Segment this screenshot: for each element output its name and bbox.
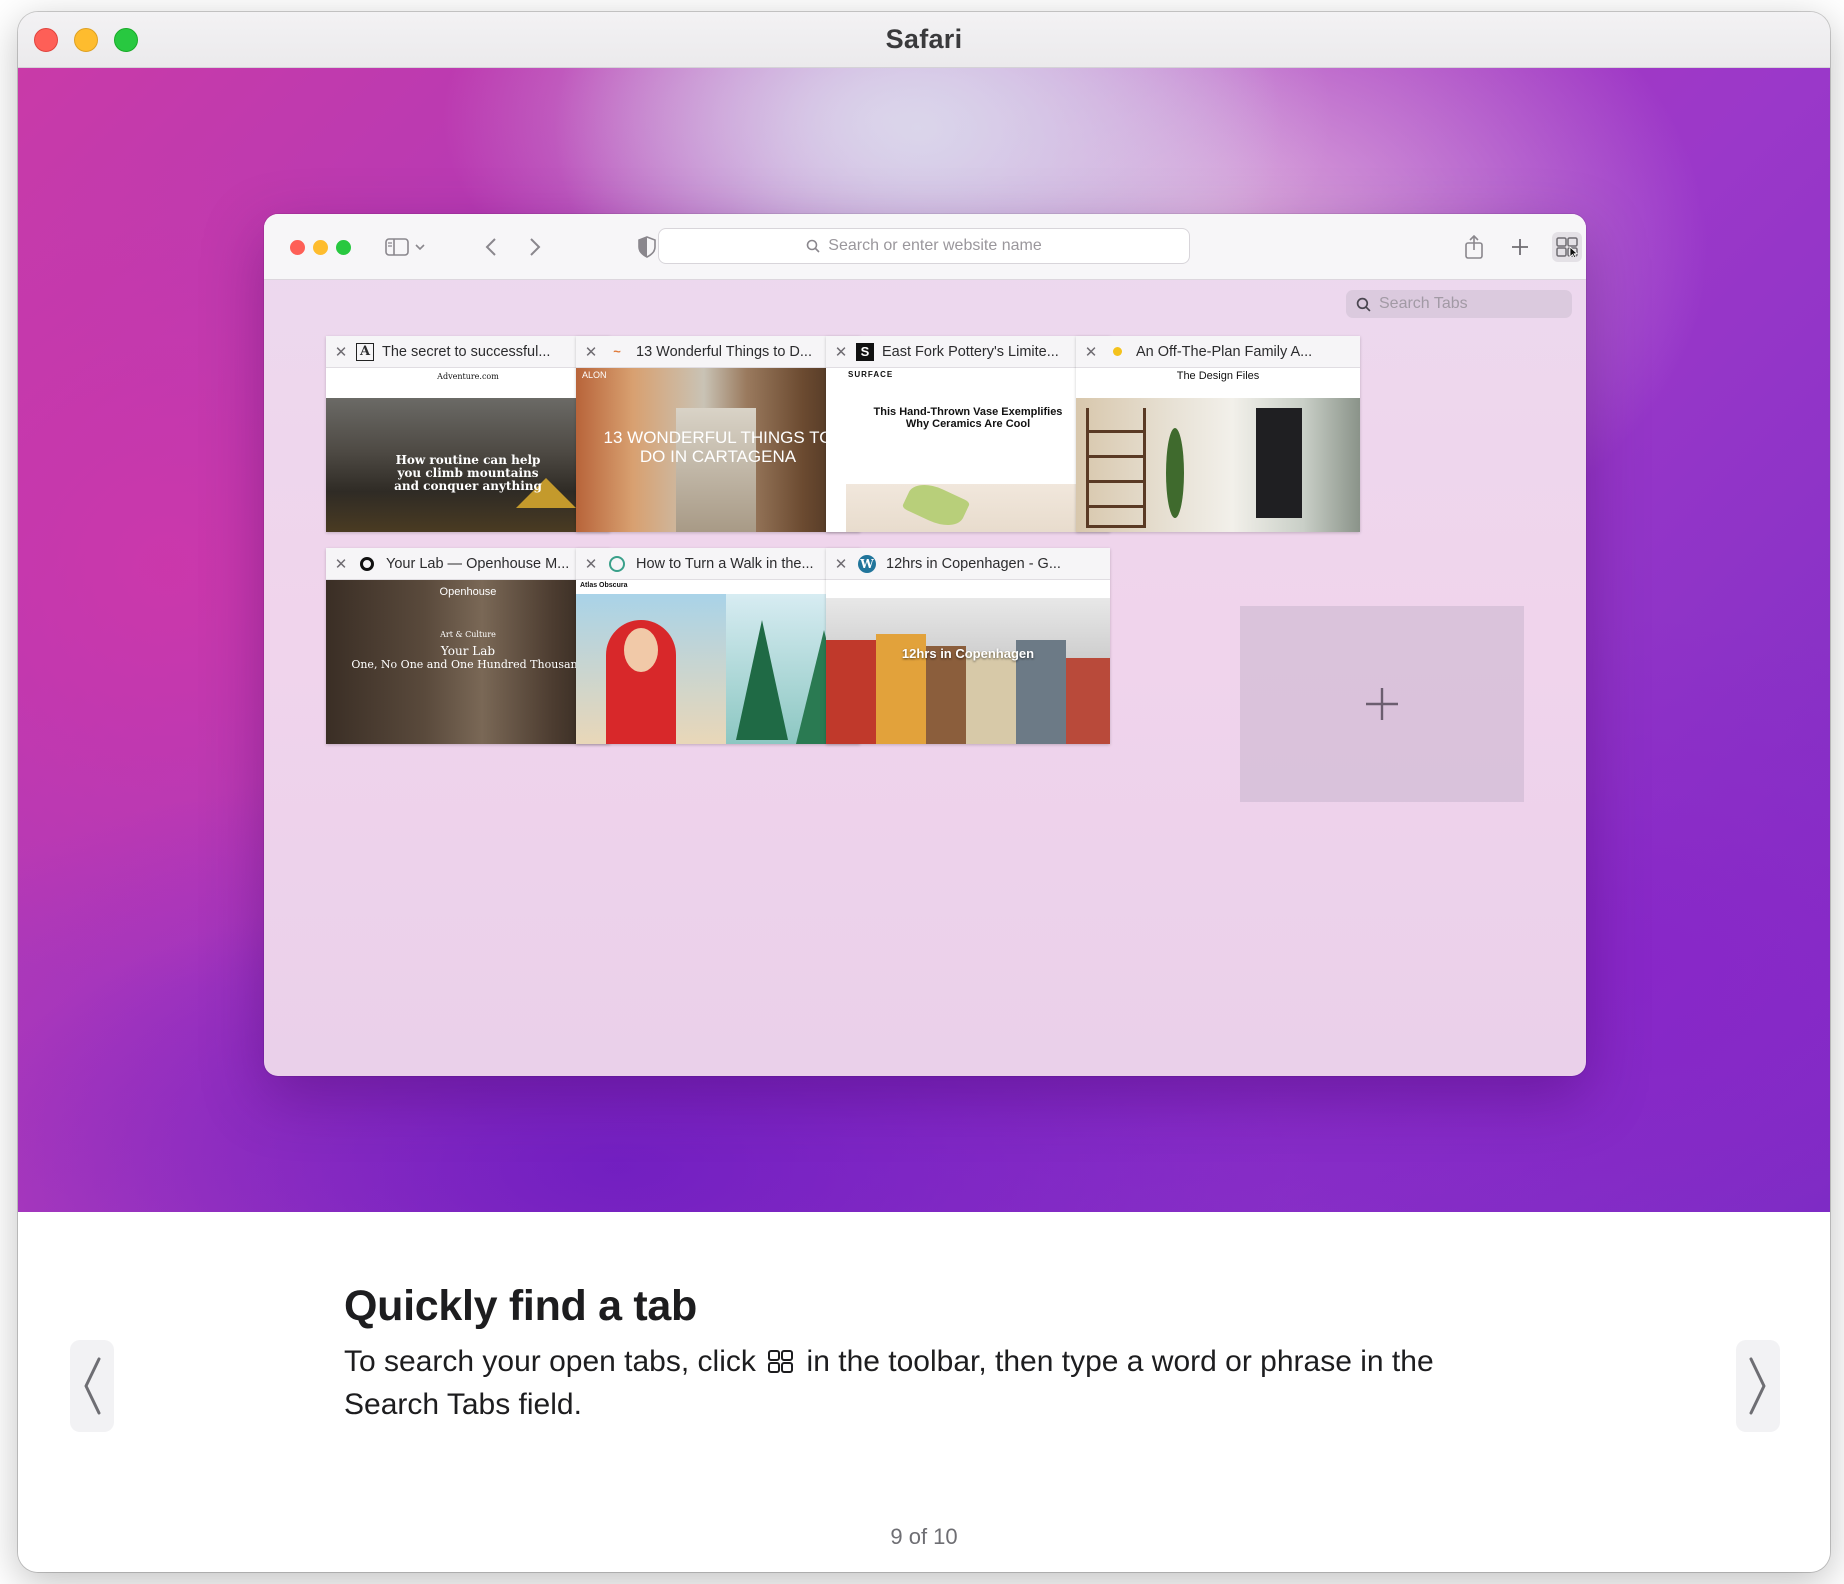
favicon-icon: A bbox=[356, 342, 374, 361]
close-icon: ✕ bbox=[334, 343, 348, 361]
tab-overview-icon bbox=[768, 1345, 794, 1385]
browser-close-dot bbox=[290, 240, 305, 255]
address-bar-placeholder: Search or enter website name bbox=[828, 237, 1042, 254]
body-text-part1: To search your open tabs, click bbox=[344, 1345, 765, 1378]
browser-minimize-dot bbox=[313, 240, 328, 255]
close-icon: ✕ bbox=[334, 555, 348, 573]
tab-card: ✕ W 12hrs in Copenhagen - G... 12hrs in … bbox=[826, 548, 1110, 744]
close-icon: ✕ bbox=[834, 555, 848, 573]
window-title: Safari bbox=[885, 24, 963, 54]
close-icon: ✕ bbox=[584, 555, 598, 573]
tab-thumbnail: ALON 13 WONDERFUL THINGS TO DO IN CARTAG… bbox=[576, 368, 860, 532]
favicon-icon: S bbox=[856, 342, 874, 361]
search-tabs-field: Search Tabs bbox=[1346, 290, 1572, 318]
tab-title: 13 Wonderful Things to D... bbox=[636, 343, 812, 360]
site-name: ALON bbox=[582, 370, 607, 380]
favicon-icon: W bbox=[856, 554, 878, 573]
tab-card: ✕ How to Turn a Walk in the... Atlas Obs… bbox=[576, 548, 860, 744]
sidebar-icon bbox=[384, 234, 410, 260]
chevron-right-icon bbox=[1749, 1357, 1766, 1415]
tab-thumbnail: Adventure.com How routine can help you c… bbox=[326, 368, 610, 532]
tab-thumbnail: SURFACE This Hand-Thrown Vase Exemplifie… bbox=[826, 368, 1110, 532]
site-name: SURFACE bbox=[848, 370, 894, 379]
previous-button[interactable] bbox=[70, 1340, 114, 1432]
new-tab-placeholder bbox=[1240, 606, 1524, 802]
share-icon bbox=[1462, 234, 1486, 260]
tab-card: ✕ S East Fork Pottery's Limite... SURFAC… bbox=[826, 336, 1110, 532]
tab-card: ✕ A The secret to successful... Adventur… bbox=[326, 336, 610, 532]
tab-card: ✕ ~ 13 Wonderful Things to D... ALON 13 … bbox=[576, 336, 860, 532]
tab-thumbnail: 12hrs in Copenhagen bbox=[826, 580, 1110, 744]
search-icon bbox=[806, 239, 820, 253]
article-headline: This Hand-Thrown Vase Exemplifies Why Ce… bbox=[873, 406, 1063, 430]
close-icon: ✕ bbox=[584, 343, 598, 361]
search-icon bbox=[1356, 297, 1371, 312]
favicon-icon bbox=[1106, 343, 1128, 361]
page-counter: 9 of 10 bbox=[890, 1524, 958, 1549]
next-button[interactable] bbox=[1736, 1340, 1780, 1432]
tab-card: ✕ Your Lab — Openhouse M... Openhouse Ar… bbox=[326, 548, 610, 744]
chevron-left-icon bbox=[84, 1357, 101, 1415]
privacy-shield-icon bbox=[636, 234, 658, 260]
forward-icon bbox=[524, 234, 546, 260]
tab-title: The secret to successful... bbox=[382, 343, 551, 360]
article-headline: How routine can help you climb mountains… bbox=[394, 453, 542, 493]
tab-thumbnail: Openhouse Art & Culture Your Lab One, No… bbox=[326, 580, 610, 744]
article-headline: 12hrs in Copenhagen bbox=[901, 646, 1035, 661]
site-name: Openhouse bbox=[439, 586, 497, 598]
site-name: The Design Files bbox=[1176, 370, 1260, 382]
feature-description: Quickly find a tab To search your open t… bbox=[18, 1212, 1830, 1572]
tab-title: Your Lab — Openhouse M... bbox=[386, 555, 570, 572]
tab-title: East Fork Pottery's Limite... bbox=[882, 343, 1059, 360]
feature-heading: Quickly find a tab bbox=[344, 1282, 698, 1330]
feature-body: To search your open tabs, click in the t… bbox=[344, 1342, 1504, 1425]
article-headline: Your Lab bbox=[440, 644, 496, 658]
title-bar: Safari bbox=[18, 12, 1830, 68]
site-name: Adventure.com bbox=[437, 372, 499, 381]
favicon-icon bbox=[606, 555, 628, 573]
tab-title: 12hrs in Copenhagen - G... bbox=[886, 555, 1061, 572]
site-name: Atlas Obscura bbox=[580, 582, 628, 589]
article-headline: 13 WONDERFUL THINGS TO DO IN CARTAGENA bbox=[603, 428, 833, 466]
favicon-icon: ~ bbox=[613, 344, 621, 359]
address-bar: Search or enter website name bbox=[658, 228, 1190, 264]
tab-overview-icon bbox=[1552, 232, 1582, 262]
tab-thumbnail: The Design Files bbox=[1076, 368, 1360, 532]
browser-toolbar: Search or enter website name bbox=[264, 214, 1586, 280]
tab-thumbnail: Atlas Obscura bbox=[576, 580, 860, 744]
plus-icon bbox=[1366, 688, 1398, 720]
safari-welcome-window: Safari Search or enter website name Sear… bbox=[18, 12, 1830, 1572]
tab-title: An Off-The-Plan Family A... bbox=[1136, 343, 1313, 360]
back-icon bbox=[480, 234, 502, 260]
close-icon: ✕ bbox=[1084, 343, 1098, 361]
browser-zoom-dot bbox=[336, 240, 351, 255]
tab-card: ✕ An Off-The-Plan Family A... The Design… bbox=[1076, 336, 1360, 532]
chevron-down-icon bbox=[412, 234, 428, 260]
tab-title: How to Turn a Walk in the... bbox=[636, 555, 814, 572]
article-kicker: Art & Culture bbox=[440, 630, 496, 639]
search-tabs-placeholder: Search Tabs bbox=[1379, 295, 1468, 312]
hero-illustration: Search or enter website name Search Tabs bbox=[18, 68, 1830, 1212]
browser-illustration: Search or enter website name Search Tabs bbox=[264, 214, 1586, 1076]
favicon-icon bbox=[356, 555, 378, 573]
close-icon: ✕ bbox=[834, 343, 848, 361]
article-subtitle: One, No One and One Hundred Thousand bbox=[351, 658, 585, 671]
new-tab-icon bbox=[1508, 234, 1532, 260]
